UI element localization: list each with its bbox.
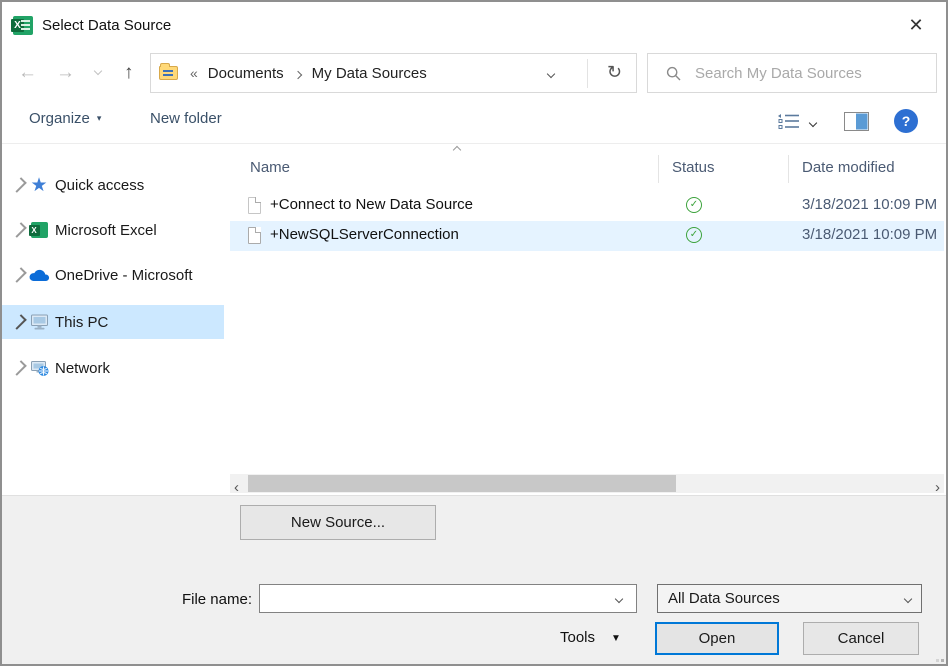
sidebar-item-label: OneDrive - Microsoft <box>55 267 193 284</box>
new-folder-button[interactable]: New folder <box>150 110 222 127</box>
select-data-source-dialog: X Select Data Source ✕ ← → ↑ « Documents… <box>0 0 948 666</box>
file-row-new-sql-server-connection[interactable]: +NewSQLServerConnection ✓ 3/18/2021 10:0… <box>230 221 944 251</box>
file-type-value: All Data Sources <box>668 590 780 607</box>
folder-icon <box>159 66 178 80</box>
expand-chevron-icon[interactable] <box>11 360 27 376</box>
file-name-text: +NewSQLServerConnection <box>270 226 459 243</box>
navigation-pane: ★ Quick access X Microsoft Excel OneDriv… <box>2 145 227 495</box>
sidebar-item-this-pc[interactable]: This PC <box>2 305 224 339</box>
column-divider[interactable] <box>788 155 789 183</box>
status-synced-icon: ✓ <box>686 227 702 243</box>
file-row-connect-to-new-data-source[interactable]: +Connect to New Data Source ✓ 3/18/2021 … <box>230 191 944 221</box>
column-header-date-modified[interactable]: Date modified <box>802 159 895 176</box>
column-header-status[interactable]: Status <box>672 159 715 176</box>
search-box <box>647 53 937 93</box>
computer-icon <box>26 314 52 331</box>
refresh-icon[interactable]: ↻ <box>607 62 622 83</box>
views-caret-icon[interactable] <box>809 119 817 127</box>
file-icon <box>248 197 261 214</box>
window-title: Select Data Source <box>42 17 171 34</box>
file-icon <box>248 227 261 244</box>
date-modified-text: 3/18/2021 10:09 PM <box>802 196 944 213</box>
column-header-name[interactable]: Name <box>250 159 290 176</box>
sidebar-item-network[interactable]: Network <box>2 351 224 385</box>
open-button[interactable]: Open <box>655 622 779 655</box>
file-name-text: +Connect to New Data Source <box>270 196 473 213</box>
network-icon <box>26 360 52 377</box>
expand-chevron-icon[interactable] <box>11 177 27 193</box>
sidebar-item-label: Microsoft Excel <box>55 222 157 239</box>
sidebar-item-onedrive[interactable]: OneDrive - Microsoft <box>2 258 224 292</box>
expand-chevron-icon[interactable] <box>11 314 27 330</box>
excel-icon: X <box>26 222 52 238</box>
file-type-select[interactable]: All Data Sources <box>657 584 922 613</box>
sort-ascending-icon[interactable] <box>453 146 461 154</box>
onedrive-cloud-icon <box>26 268 52 282</box>
file-type-chevron-icon <box>904 594 912 602</box>
horizontal-scrollbar[interactable]: ‹ › <box>230 474 944 493</box>
folder-decoration <box>163 70 173 72</box>
quick-access-star-icon: ★ <box>26 176 52 195</box>
tools-caret-icon: ▼ <box>611 633 621 644</box>
column-divider[interactable] <box>658 155 659 183</box>
status-synced-icon: ✓ <box>686 197 702 213</box>
title-bar: X Select Data Source ✕ <box>2 2 946 48</box>
excel-sheet-lines <box>21 20 30 22</box>
file-name-input[interactable] <box>259 584 637 613</box>
expand-chevron-icon[interactable] <box>11 267 27 283</box>
date-modified-text: 3/18/2021 10:09 PM <box>802 226 944 243</box>
excel-app-icon: X <box>13 16 33 35</box>
scroll-left-icon[interactable]: ‹ <box>234 479 239 496</box>
address-bar[interactable]: « Documents My Data Sources ↻ <box>150 53 637 93</box>
address-divider <box>587 59 588 88</box>
sidebar-item-label: Quick access <box>55 177 144 194</box>
sidebar-item-microsoft-excel[interactable]: X Microsoft Excel <box>2 213 224 247</box>
breadcrumb-item-my-data-sources[interactable]: My Data Sources <box>312 65 427 82</box>
breadcrumb-item-documents[interactable]: Documents <box>208 65 284 82</box>
file-name-label: File name: <box>162 591 252 608</box>
scroll-right-icon[interactable]: › <box>935 479 940 496</box>
search-input[interactable] <box>695 65 926 82</box>
scrollbar-thumb[interactable] <box>248 475 676 492</box>
resize-grip[interactable] <box>941 659 944 662</box>
help-icon[interactable]: ? <box>894 109 918 133</box>
file-list: Name Status Date modified +Connect to Ne… <box>230 145 944 495</box>
navigation-bar: ← → ↑ « Documents My Data Sources ↻ <box>2 48 946 98</box>
views-icon[interactable] <box>777 113 803 131</box>
sidebar-item-label: Network <box>55 360 110 377</box>
dialog-footer: New Source... File name: All Data Source… <box>2 495 946 664</box>
address-dropdown-chevron-icon[interactable] <box>547 70 555 78</box>
command-toolbar: Organize▾ New folder ? <box>2 98 946 144</box>
up-icon[interactable]: ↑ <box>124 61 134 85</box>
sidebar-item-quick-access[interactable]: ★ Quick access <box>2 168 224 202</box>
back-icon[interactable]: ← <box>18 61 37 85</box>
new-source-button[interactable]: New Source... <box>240 505 436 540</box>
expand-chevron-icon[interactable] <box>11 222 27 238</box>
preview-pane-icon[interactable] <box>844 112 869 131</box>
sidebar-item-label: This PC <box>55 314 108 331</box>
recent-locations-chevron-icon[interactable] <box>94 67 102 75</box>
forward-icon[interactable]: → <box>56 61 75 85</box>
breadcrumb-collapsed-indicator[interactable]: « <box>190 65 198 81</box>
organize-button[interactable]: Organize▾ <box>29 110 101 127</box>
cancel-button[interactable]: Cancel <box>803 622 919 655</box>
breadcrumb-separator-icon <box>295 65 301 82</box>
search-icon <box>666 66 681 81</box>
column-headers: Name Status Date modified <box>230 155 944 183</box>
close-icon[interactable]: ✕ <box>902 12 930 38</box>
tools-button[interactable]: Tools▼ <box>560 629 621 646</box>
organize-caret-icon: ▾ <box>97 113 102 124</box>
